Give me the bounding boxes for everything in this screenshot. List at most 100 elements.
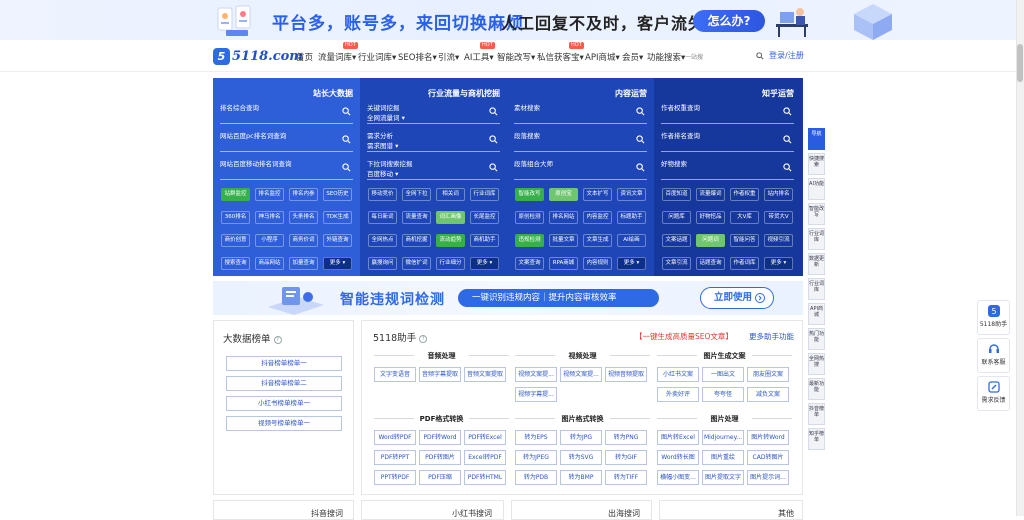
banner2-use-button[interactable]: 立即使用 <box>700 287 774 309</box>
search-row[interactable]: 作者权重查询 <box>661 100 794 124</box>
helper-tool-button[interactable]: 视频文案提... <box>515 367 557 382</box>
helper-tool-button[interactable]: 转为EPS <box>515 430 557 445</box>
search-row-dropdown[interactable]: 百度移动 ▾ <box>367 168 398 178</box>
feedback-button[interactable]: 需求反馈 <box>977 376 1010 411</box>
quick-nav-item[interactable]: 数据更新 <box>808 253 825 275</box>
helper-tool-button[interactable]: 视频字幕提... <box>515 387 557 402</box>
bigdata-button[interactable]: 小红书榜单榜单一 <box>226 396 342 411</box>
tool-button[interactable]: 内容监控 <box>583 211 612 224</box>
search-row-dropdown[interactable]: 全网流量词 ▾ <box>367 112 405 122</box>
login-area[interactable]: 登录/注册 <box>756 50 804 61</box>
quick-nav-item[interactable]: 最新功能 <box>808 378 825 400</box>
helper-tool-button[interactable]: 减负文案 <box>747 387 789 402</box>
bigdata-button[interactable]: 抖音榜单榜单二 <box>226 376 342 391</box>
quick-nav-item[interactable]: AI功能 <box>808 178 825 200</box>
tool-button[interactable]: 每日新词 <box>368 211 397 224</box>
tool-button[interactable]: 标题助手 <box>617 211 646 224</box>
helper-tool-button[interactable]: PDF转HTML <box>464 470 506 485</box>
search-icon[interactable] <box>342 107 351 116</box>
search-icon[interactable] <box>342 163 351 172</box>
search-icon[interactable] <box>636 163 645 172</box>
tool-button[interactable]: 话题查询 <box>696 257 725 270</box>
helper-tool-button[interactable]: 小红书文案 <box>657 367 699 382</box>
tool-button[interactable]: 行业词库 <box>470 188 499 201</box>
helper-tool-button[interactable]: 音频文案提取 <box>464 367 506 382</box>
helper-tool-button[interactable]: PDF转Excel <box>464 430 506 445</box>
helper-tool-button[interactable]: 图片重绘 <box>702 450 744 465</box>
banner-cta-button[interactable]: 怎么办? <box>693 10 765 32</box>
helper-tool-button[interactable]: 转为SVG <box>560 450 602 465</box>
quick-nav-item[interactable]: 全网热搜 <box>808 353 825 375</box>
search-row[interactable]: 下拉词搜索挖掘 百度移动 ▾ <box>367 156 500 180</box>
helper-tool-button[interactable]: 文字变语音 <box>374 367 416 382</box>
tool-button[interactable]: 流动趋势 <box>436 234 465 247</box>
search-icon[interactable] <box>783 107 792 116</box>
tool-button[interactable]: 原创宝 <box>549 188 578 201</box>
helper-tool-button[interactable]: 转为JPG <box>560 430 602 445</box>
tool-button[interactable]: 文章引流 <box>662 257 691 270</box>
tool-button[interactable]: 流量爆词 <box>696 188 725 201</box>
tool-button[interactable]: 商机助手 <box>470 234 499 247</box>
tool-button[interactable]: 文本扩写 <box>583 188 612 201</box>
tool-button[interactable]: 加量查询 <box>289 257 318 270</box>
tool-button[interactable]: 全网下拉 <box>402 188 431 201</box>
helper-promo-link[interactable]: 【一键生成高质量SEO文章】 <box>635 331 733 342</box>
tool-button[interactable]: 更多 ▾ <box>764 257 793 270</box>
tool-button[interactable]: 百度知道 <box>662 188 691 201</box>
helper-tool-button[interactable]: 视频音频提取 <box>605 367 647 382</box>
tool-button[interactable]: 智能改写 <box>515 188 544 201</box>
nav-item-traffic-words[interactable]: 流量词库▾ <box>318 51 356 63</box>
tool-button[interactable]: 外链查询 <box>323 234 352 247</box>
search-icon[interactable] <box>489 107 498 116</box>
contact-service-button[interactable]: 联系客服 <box>977 338 1010 373</box>
tool-button[interactable]: 排名网站 <box>549 211 578 224</box>
tool-button[interactable]: 内容规则 <box>583 257 612 270</box>
search-icon[interactable] <box>783 135 792 144</box>
search-icon[interactable] <box>342 135 351 144</box>
tool-button[interactable]: 问题库 <box>662 211 691 224</box>
helper-tool-button[interactable]: 一图出文 <box>702 367 744 382</box>
tool-button[interactable]: 原创检测 <box>515 211 544 224</box>
helper-tool-button[interactable]: PDF压缩 <box>419 470 461 485</box>
search-row[interactable]: 网站百度移动排名词查询 <box>220 156 353 180</box>
tool-button[interactable]: 资讯文章 <box>617 188 646 201</box>
quick-nav-item[interactable]: 热门功能 <box>808 328 825 350</box>
tool-button[interactable]: 站群监控 <box>221 188 250 201</box>
tool-button[interactable]: 更多 ▾ <box>470 257 499 270</box>
tool-button[interactable]: 视频引流 <box>764 234 793 247</box>
helper-tool-button[interactable]: 外卖好评 <box>657 387 699 402</box>
search-row[interactable]: 作者排名查询 <box>661 128 794 152</box>
tool-button[interactable]: 头条排名 <box>289 211 318 224</box>
helper-tool-button[interactable]: 夸夸怪 <box>702 387 744 402</box>
search-icon[interactable] <box>756 51 764 60</box>
tool-button[interactable]: 文章生成 <box>583 234 612 247</box>
nav-item-rewrite[interactable]: 智能改写▾ <box>497 51 535 63</box>
tool-button[interactable]: 搜索查询 <box>221 257 250 270</box>
helper-tool-button[interactable]: 音频字幕提取 <box>419 367 461 382</box>
bigdata-button[interactable]: 视频号榜单榜单一 <box>226 416 342 431</box>
tool-button[interactable]: 移动竞价 <box>368 188 397 201</box>
tool-button[interactable]: 商价创意 <box>221 234 250 247</box>
tool-button[interactable]: 360排名 <box>221 211 250 224</box>
search-icon[interactable] <box>489 135 498 144</box>
tool-button[interactable]: 智能问答 <box>730 234 759 247</box>
tool-button[interactable]: 作者词库 <box>730 257 759 270</box>
tool-button[interactable]: 问题词 <box>696 234 725 247</box>
nav-item-industry-words[interactable]: 行业词库▾ <box>358 51 396 63</box>
tool-button[interactable]: 更多 ▾ <box>323 257 352 270</box>
tool-button[interactable]: 神马排名 <box>255 211 284 224</box>
tool-button[interactable]: 批量文章 <box>549 234 578 247</box>
violation-check-banner[interactable]: 智能违规词检测 一键识别违规内容｜提升内容审核效率 立即使用 <box>213 281 803 315</box>
tool-button[interactable]: 排名内参 <box>289 188 318 201</box>
nav-item-home[interactable]: 首页 <box>296 51 313 63</box>
site-logo[interactable]: 5 5118.com <box>213 47 303 65</box>
quick-nav-item[interactable]: 知乎榜单 <box>808 428 825 450</box>
helper-tool-button[interactable]: 横幅小图变... <box>657 470 699 485</box>
search-icon[interactable] <box>783 163 792 172</box>
assistant-button[interactable]: 5 5118助手 <box>977 300 1010 335</box>
quick-nav-item[interactable]: 抖音榜单 <box>808 403 825 425</box>
tool-button[interactable]: 商机挖掘 <box>402 234 431 247</box>
nav-item-seo-rank[interactable]: SEO排名▾ <box>398 51 437 63</box>
helper-tool-button[interactable]: 朋友圈文案 <box>747 367 789 382</box>
helper-tool-button[interactable]: 图片转Excel <box>657 430 699 445</box>
